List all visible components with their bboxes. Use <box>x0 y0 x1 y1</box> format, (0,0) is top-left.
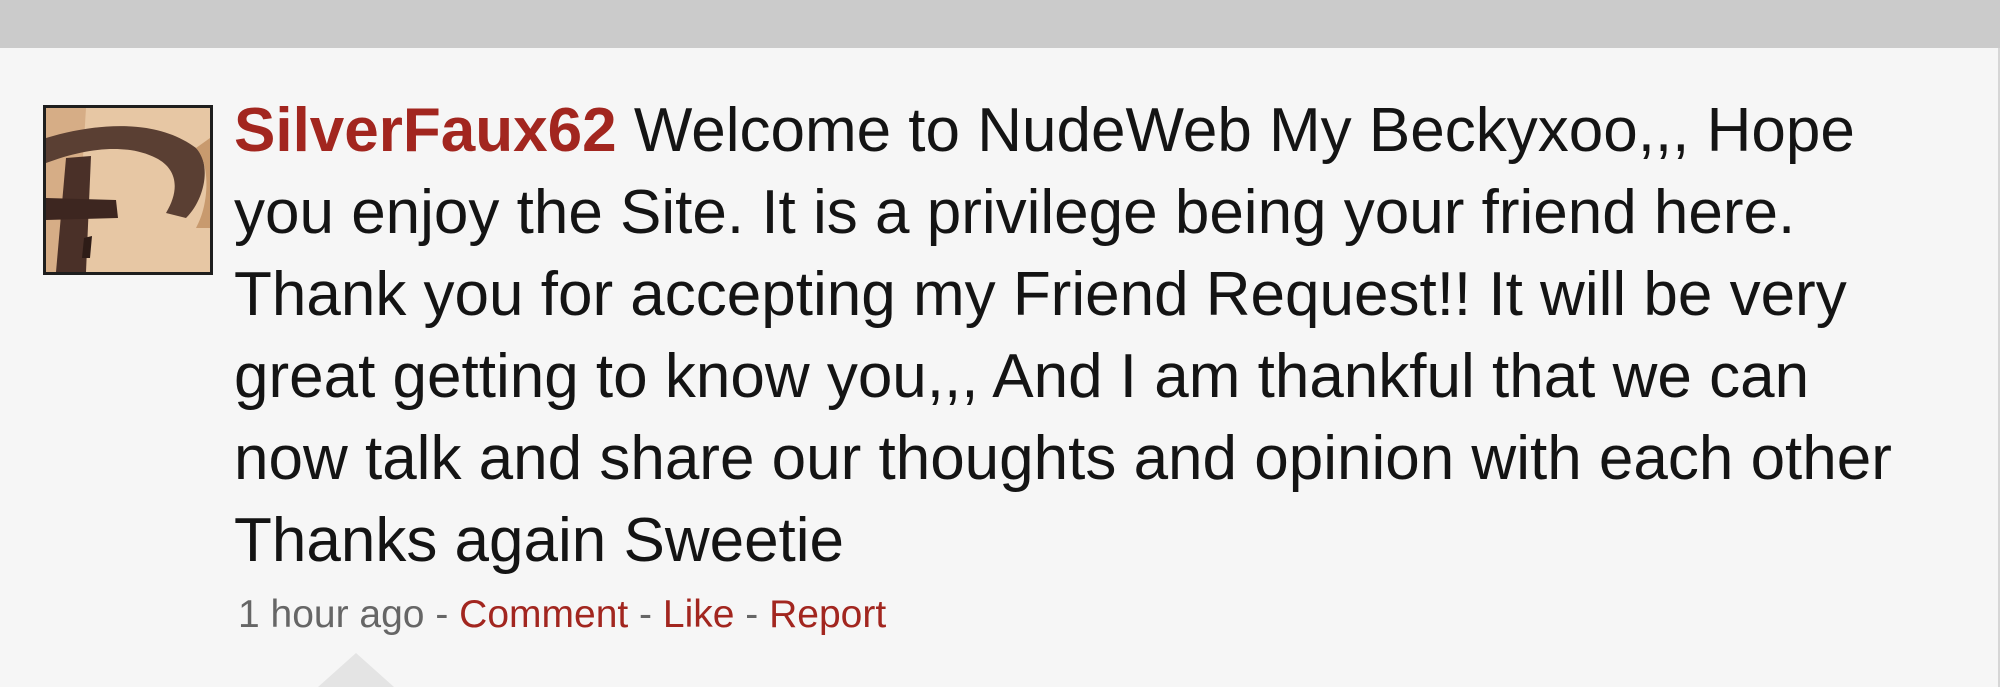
comment-pointer <box>318 653 394 687</box>
username-link[interactable]: SilverFaux62 <box>234 96 617 165</box>
like-link[interactable]: Like <box>663 593 735 636</box>
post-meta: 1 hour ago - Comment - Like - Report <box>238 589 886 641</box>
post-message: Welcome to NudeWeb My Beckyxoo,,, Hope y… <box>234 96 1892 575</box>
profile-photo-icon <box>46 108 210 272</box>
meta-separator: - <box>424 593 460 636</box>
top-bar <box>0 0 2000 48</box>
post-timestamp: 1 hour ago <box>238 593 425 636</box>
activity-post: SilverFaux62 Welcome to NudeWeb My Becky… <box>0 48 2000 687</box>
post-content: SilverFaux62 Welcome to NudeWeb My Becky… <box>234 90 1924 582</box>
meta-separator: - <box>734 593 770 636</box>
meta-separator: - <box>628 593 663 636</box>
comment-link[interactable]: Comment <box>459 593 628 636</box>
avatar[interactable] <box>43 105 213 275</box>
report-link[interactable]: Report <box>769 593 886 636</box>
